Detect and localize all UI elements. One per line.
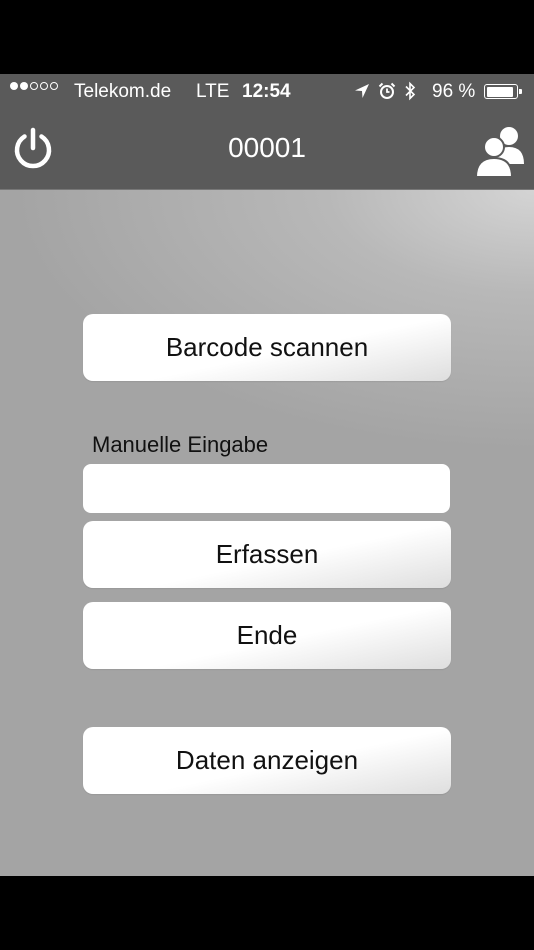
signal-dot [40, 82, 48, 90]
capture-button[interactable]: Erfassen [83, 521, 451, 588]
status-icons [354, 81, 416, 101]
page-title: 00001 [228, 132, 306, 163]
barcode-scan-button[interactable]: Barcode scannen [83, 314, 451, 381]
users-icon [474, 127, 524, 178]
status-time: 12:54 [242, 81, 291, 102]
show-data-button[interactable]: Daten anzeigen [83, 727, 451, 794]
bluetooth-icon [405, 81, 416, 101]
end-button[interactable]: Ende [83, 602, 451, 669]
battery-icon [484, 84, 522, 99]
signal-dot [20, 82, 28, 90]
signal-dot [30, 82, 38, 90]
manual-entry-input[interactable] [83, 464, 450, 513]
carrier-name: Telekom.de [74, 81, 172, 102]
signal-dot [50, 82, 58, 90]
signal-dot [10, 82, 18, 90]
battery-percentage: 96 % [432, 81, 476, 102]
top-black-border [0, 0, 534, 74]
manual-entry-label: Manuelle Eingabe [92, 432, 269, 457]
alarm-clock-icon [378, 82, 396, 99]
signal-strength-indicator [10, 82, 58, 90]
main-content: Barcode scannen Manuelle Eingabe Erfasse… [0, 190, 534, 876]
users-button[interactable] [472, 124, 528, 180]
network-type: LTE [196, 81, 230, 102]
location-arrow-icon [355, 84, 369, 98]
status-bar: Telekom.de LTE 12:54 96 % [0, 74, 534, 108]
navigation-bar: 00001 [0, 108, 534, 190]
battery-fill [486, 86, 514, 97]
bottom-black-border [0, 876, 534, 950]
